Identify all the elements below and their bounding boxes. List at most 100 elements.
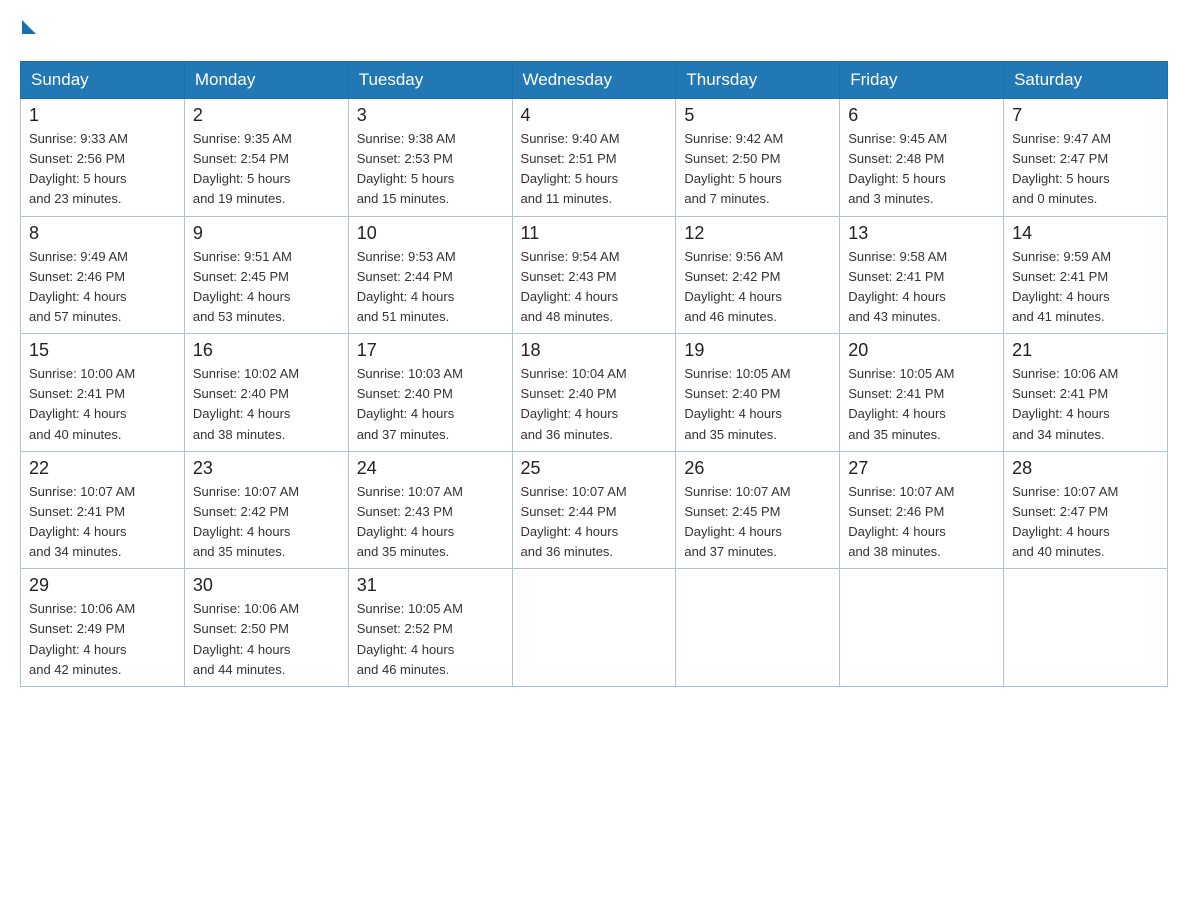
day-info: Sunrise: 9:49 AMSunset: 2:46 PMDaylight:… [29, 247, 176, 328]
day-info: Sunrise: 10:00 AMSunset: 2:41 PMDaylight… [29, 364, 176, 445]
day-info: Sunrise: 10:07 AMSunset: 2:41 PMDaylight… [29, 482, 176, 563]
calendar-cell [840, 569, 1004, 687]
calendar-cell: 16 Sunrise: 10:02 AMSunset: 2:40 PMDaylig… [184, 334, 348, 452]
day-info: Sunrise: 9:38 AMSunset: 2:53 PMDaylight:… [357, 129, 504, 210]
calendar-table: SundayMondayTuesdayWednesdayThursdayFrid… [20, 61, 1168, 687]
calendar-cell: 18 Sunrise: 10:04 AMSunset: 2:40 PMDaylig… [512, 334, 676, 452]
calendar-cell: 31 Sunrise: 10:05 AMSunset: 2:52 PMDaylig… [348, 569, 512, 687]
day-info: Sunrise: 9:59 AMSunset: 2:41 PMDaylight:… [1012, 247, 1159, 328]
day-number: 24 [357, 458, 504, 479]
day-number: 15 [29, 340, 176, 361]
calendar-cell [512, 569, 676, 687]
calendar-week-3: 15 Sunrise: 10:00 AMSunset: 2:41 PMDaylig… [21, 334, 1168, 452]
calendar-header-sunday: Sunday [21, 62, 185, 99]
calendar-cell: 30 Sunrise: 10:06 AMSunset: 2:50 PMDaylig… [184, 569, 348, 687]
day-number: 10 [357, 223, 504, 244]
day-number: 1 [29, 105, 176, 126]
day-info: Sunrise: 10:06 AMSunset: 2:49 PMDaylight… [29, 599, 176, 680]
day-number: 12 [684, 223, 831, 244]
day-info: Sunrise: 9:42 AMSunset: 2:50 PMDaylight:… [684, 129, 831, 210]
day-number: 6 [848, 105, 995, 126]
calendar-cell: 12 Sunrise: 9:56 AMSunset: 2:42 PMDayligh… [676, 216, 840, 334]
day-number: 11 [521, 223, 668, 244]
calendar-week-1: 1 Sunrise: 9:33 AMSunset: 2:56 PMDaylight… [21, 99, 1168, 217]
calendar-cell: 5Sunrise: 9:42 AMSunset: 2:50 PMDaylight… [676, 99, 840, 217]
calendar-cell: 4 Sunrise: 9:40 AMSunset: 2:51 PMDaylight… [512, 99, 676, 217]
calendar-header-wednesday: Wednesday [512, 62, 676, 99]
day-number: 4 [521, 105, 668, 126]
day-info: Sunrise: 10:02 AMSunset: 2:40 PMDaylight… [193, 364, 340, 445]
logo-arrow-icon [22, 20, 36, 34]
day-info: Sunrise: 10:06 AMSunset: 2:41 PMDaylight… [1012, 364, 1159, 445]
calendar-header-row: SundayMondayTuesdayWednesdayThursdayFrid… [21, 62, 1168, 99]
day-info: Sunrise: 9:53 AMSunset: 2:44 PMDaylight:… [357, 247, 504, 328]
day-number: 27 [848, 458, 995, 479]
calendar-cell: 25 Sunrise: 10:07 AMSunset: 2:44 PMDaylig… [512, 451, 676, 569]
day-number: 2 [193, 105, 340, 126]
day-number: 14 [1012, 223, 1159, 244]
logo [20, 20, 36, 51]
calendar-cell: 3 Sunrise: 9:38 AMSunset: 2:53 PMDaylight… [348, 99, 512, 217]
calendar-cell: 19 Sunrise: 10:05 AMSunset: 2:40 PMDaylig… [676, 334, 840, 452]
calendar-cell: 29 Sunrise: 10:06 AMSunset: 2:49 PMDaylig… [21, 569, 185, 687]
day-number: 19 [684, 340, 831, 361]
day-info: Sunrise: 9:56 AMSunset: 2:42 PMDaylight:… [684, 247, 831, 328]
calendar-cell: 9Sunrise: 9:51 AMSunset: 2:45 PMDaylight… [184, 216, 348, 334]
calendar-cell: 22Sunrise: 10:07 AMSunset: 2:41 PMDaylig… [21, 451, 185, 569]
day-info: Sunrise: 10:03 AMSunset: 2:40 PMDaylight… [357, 364, 504, 445]
day-info: Sunrise: 10:05 AMSunset: 2:52 PMDaylight… [357, 599, 504, 680]
calendar-cell: 10 Sunrise: 9:53 AMSunset: 2:44 PMDayligh… [348, 216, 512, 334]
calendar-cell: 24 Sunrise: 10:07 AMSunset: 2:43 PMDaylig… [348, 451, 512, 569]
day-number: 13 [848, 223, 995, 244]
day-info: Sunrise: 9:47 AMSunset: 2:47 PMDaylight:… [1012, 129, 1159, 210]
calendar-cell: 15 Sunrise: 10:00 AMSunset: 2:41 PMDaylig… [21, 334, 185, 452]
day-number: 8 [29, 223, 176, 244]
calendar-cell: 26 Sunrise: 10:07 AMSunset: 2:45 PMDaylig… [676, 451, 840, 569]
calendar-cell: 6 Sunrise: 9:45 AMSunset: 2:48 PMDaylight… [840, 99, 1004, 217]
calendar-week-5: 29 Sunrise: 10:06 AMSunset: 2:49 PMDaylig… [21, 569, 1168, 687]
day-info: Sunrise: 10:07 AMSunset: 2:43 PMDaylight… [357, 482, 504, 563]
day-number: 16 [193, 340, 340, 361]
day-number: 25 [521, 458, 668, 479]
day-number: 26 [684, 458, 831, 479]
day-number: 7 [1012, 105, 1159, 126]
day-number: 30 [193, 575, 340, 596]
calendar-cell [1004, 569, 1168, 687]
day-info: Sunrise: 10:05 AMSunset: 2:41 PMDaylight… [848, 364, 995, 445]
calendar-cell: 27 Sunrise: 10:07 AMSunset: 2:46 PMDaylig… [840, 451, 1004, 569]
day-number: 9 [193, 223, 340, 244]
day-info: Sunrise: 9:45 AMSunset: 2:48 PMDaylight:… [848, 129, 995, 210]
day-info: Sunrise: 9:33 AMSunset: 2:56 PMDaylight:… [29, 129, 176, 210]
day-info: Sunrise: 10:07 AMSunset: 2:44 PMDaylight… [521, 482, 668, 563]
day-info: Sunrise: 9:35 AMSunset: 2:54 PMDaylight:… [193, 129, 340, 210]
day-number: 28 [1012, 458, 1159, 479]
day-number: 31 [357, 575, 504, 596]
calendar-header-monday: Monday [184, 62, 348, 99]
calendar-week-2: 8 Sunrise: 9:49 AMSunset: 2:46 PMDaylight… [21, 216, 1168, 334]
day-info: Sunrise: 10:04 AMSunset: 2:40 PMDaylight… [521, 364, 668, 445]
calendar-cell: 21 Sunrise: 10:06 AMSunset: 2:41 PMDaylig… [1004, 334, 1168, 452]
day-info: Sunrise: 10:07 AMSunset: 2:45 PMDaylight… [684, 482, 831, 563]
calendar-week-4: 22Sunrise: 10:07 AMSunset: 2:41 PMDaylig… [21, 451, 1168, 569]
calendar-cell: 17Sunrise: 10:03 AMSunset: 2:40 PMDaylig… [348, 334, 512, 452]
day-number: 21 [1012, 340, 1159, 361]
day-number: 29 [29, 575, 176, 596]
calendar-cell: 2 Sunrise: 9:35 AMSunset: 2:54 PMDaylight… [184, 99, 348, 217]
day-info: Sunrise: 9:58 AMSunset: 2:41 PMDaylight:… [848, 247, 995, 328]
day-number: 18 [521, 340, 668, 361]
day-info: Sunrise: 10:05 AMSunset: 2:40 PMDaylight… [684, 364, 831, 445]
day-info: Sunrise: 10:06 AMSunset: 2:50 PMDaylight… [193, 599, 340, 680]
day-number: 20 [848, 340, 995, 361]
calendar-cell: 13 Sunrise: 9:58 AMSunset: 2:41 PMDayligh… [840, 216, 1004, 334]
calendar-header-friday: Friday [840, 62, 1004, 99]
day-info: Sunrise: 9:54 AMSunset: 2:43 PMDaylight:… [521, 247, 668, 328]
calendar-cell: 28Sunrise: 10:07 AMSunset: 2:47 PMDaylig… [1004, 451, 1168, 569]
day-info: Sunrise: 10:07 AMSunset: 2:46 PMDaylight… [848, 482, 995, 563]
day-info: Sunrise: 10:07 AMSunset: 2:42 PMDaylight… [193, 482, 340, 563]
calendar-cell: 20 Sunrise: 10:05 AMSunset: 2:41 PMDaylig… [840, 334, 1004, 452]
day-info: Sunrise: 9:40 AMSunset: 2:51 PMDaylight:… [521, 129, 668, 210]
calendar-cell: 11 Sunrise: 9:54 AMSunset: 2:43 PMDayligh… [512, 216, 676, 334]
calendar-cell: 8 Sunrise: 9:49 AMSunset: 2:46 PMDaylight… [21, 216, 185, 334]
day-number: 3 [357, 105, 504, 126]
calendar-cell [676, 569, 840, 687]
